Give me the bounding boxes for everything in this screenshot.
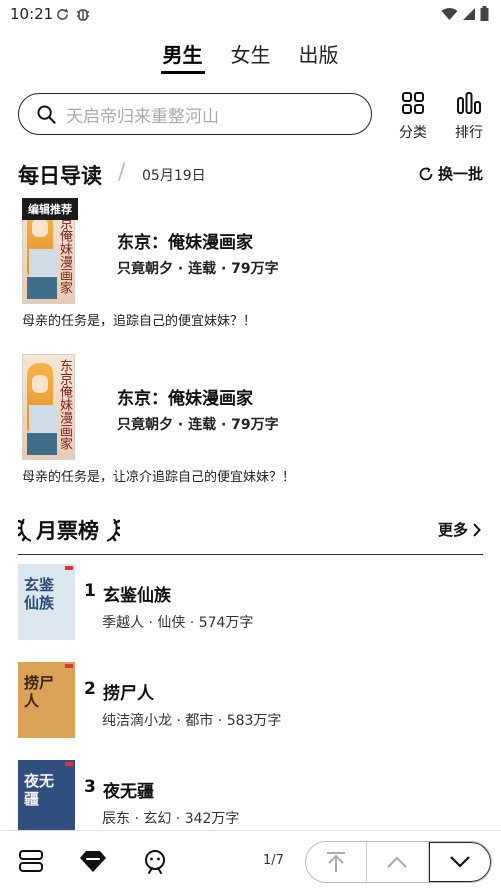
book-meta: 季越人 · 仙侠 · 574万字 (102, 615, 254, 631)
book-cover[interactable]: 夜无疆 (18, 760, 75, 836)
category-label: 分类 (399, 125, 427, 141)
rank-number: 1 (84, 581, 96, 601)
signal-icon (463, 7, 475, 20)
scroll-down-button[interactable] (428, 842, 491, 882)
ranking-title: 月票榜 (36, 519, 99, 543)
cover-title: 捞尸人 (24, 674, 55, 710)
profile-button[interactable] (142, 849, 168, 879)
book-title[interactable]: 夜无疆 (103, 777, 154, 802)
ranking-button[interactable]: 排行 (449, 92, 489, 142)
laurel-right-icon (106, 518, 120, 542)
rank-number: 2 (84, 679, 96, 699)
book-meta: 辰东 · 玄幻 · 342万字 (102, 811, 240, 827)
book-meta: 纯洁滴小龙 · 都市 · 583万字 (102, 713, 282, 729)
diamond-icon (80, 851, 106, 872)
scroll-controls (305, 841, 492, 883)
chevron-down-icon (450, 856, 470, 868)
cover-tag (65, 762, 73, 766)
cover-title: 夜无疆 (24, 772, 55, 808)
cover-art-face (32, 219, 48, 237)
tab-female[interactable]: 女生 (229, 40, 273, 74)
daily-book[interactable]: 东京俺妹漫画家 东京：俺妹漫画家 只竟朝夕 · 连载 · 79万字 母亲的任务是… (22, 354, 492, 494)
book-description: 母亲的任务是，追踪自己的便宜妹妹？！ (22, 314, 257, 329)
sync-icon (57, 8, 69, 20)
refresh-button[interactable]: 换一批 (418, 163, 483, 184)
cover-title: 玄鉴仙族 (24, 576, 55, 612)
ranking-header: 月票榜 更多 (18, 515, 483, 555)
profile-icon (145, 850, 165, 874)
daily-title: 每日导读 (18, 164, 102, 188)
status-icons-right (441, 6, 489, 21)
status-bar: 10:21 (0, 0, 501, 28)
bottom-bar: 1/7 (0, 830, 501, 891)
book-meta: 只竟朝夕 · 连载 · 79万字 (117, 261, 279, 277)
cover-title: 东京俺妹漫画家 (57, 359, 72, 450)
status-time: 10:21 (10, 5, 54, 23)
refresh-label: 换一批 (437, 165, 483, 183)
daily-book[interactable]: 东京俺妹漫画家 编辑推荐 东京：俺妹漫画家 只竟朝夕 · 连载 · 79万字 母… (22, 198, 492, 338)
more-label: 更多 (437, 521, 468, 539)
book-cover[interactable]: 东京俺妹漫画家 (22, 354, 75, 460)
ranking-item[interactable]: 夜无疆 3 夜无疆 辰东 · 玄幻 · 342万字 (18, 760, 483, 838)
rank-number: 3 (84, 777, 96, 797)
book-cover[interactable]: 捞尸人 (18, 662, 75, 738)
cover-tag (65, 664, 73, 668)
discover-button[interactable] (79, 849, 107, 877)
laurel-left-icon (18, 518, 32, 542)
bar-chart-icon (457, 92, 481, 114)
daily-date: 05月19日 (142, 168, 206, 184)
status-icons-left (56, 6, 91, 22)
editor-pick-badge: 编辑推荐 (22, 198, 78, 220)
refresh-icon (419, 166, 433, 180)
search-bar[interactable]: 天启帝归来重整河山 (18, 93, 372, 135)
search-icon (37, 104, 56, 124)
chevron-up-icon (387, 856, 408, 868)
page-indicator: 1/7 (263, 853, 284, 868)
book-description: 母亲的任务是，让凉介追踪自己的便宜妹妹？！ (22, 470, 296, 485)
more-button[interactable]: 更多 (438, 519, 481, 540)
book-title[interactable]: 东京：俺妹漫画家 (117, 228, 253, 253)
scroll-top-button[interactable] (306, 842, 368, 882)
book-title[interactable]: 东京：俺妹漫画家 (117, 384, 253, 409)
date-separator: / (118, 160, 126, 185)
arrow-to-top-icon (327, 852, 346, 872)
search-placeholder: 天启帝归来重整河山 (66, 106, 219, 127)
bookshelf-icon (19, 850, 43, 872)
bookshelf-button[interactable] (18, 849, 44, 877)
book-title[interactable]: 捞尸人 (103, 679, 154, 704)
wifi-icon (441, 7, 458, 20)
tab-publish[interactable]: 出版 (297, 40, 341, 74)
tab-male[interactable]: 男生 (160, 40, 205, 74)
scroll-up-button[interactable] (367, 842, 429, 882)
book-cover[interactable]: 玄鉴仙族 (18, 564, 75, 640)
category-button[interactable]: 分类 (393, 92, 433, 142)
ranking-item[interactable]: 捞尸人 2 捞尸人 纯洁滴小龙 · 都市 · 583万字 (18, 662, 483, 740)
chevron-right-icon (473, 522, 481, 537)
ranking-label: 排行 (455, 125, 483, 141)
battery-icon (480, 6, 489, 21)
bug-icon (77, 9, 89, 21)
grid-icon (402, 92, 424, 114)
cover-art-face (32, 375, 48, 393)
book-title[interactable]: 玄鉴仙族 (103, 581, 171, 606)
cover-tag (65, 566, 73, 570)
gender-tabs: 男生 女生 出版 (0, 40, 501, 80)
ranking-item[interactable]: 玄鉴仙族 1 玄鉴仙族 季越人 · 仙侠 · 574万字 (18, 564, 483, 642)
book-meta: 只竟朝夕 · 连载 · 79万字 (117, 417, 279, 433)
